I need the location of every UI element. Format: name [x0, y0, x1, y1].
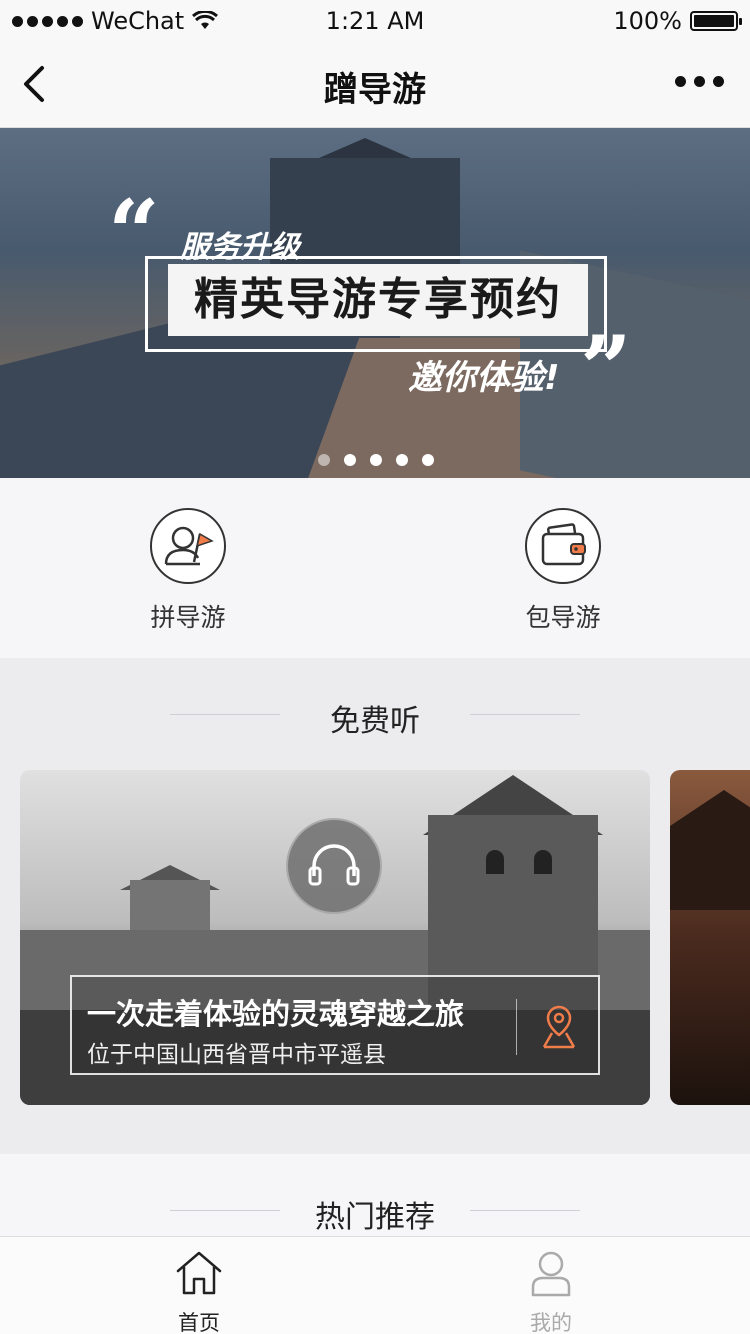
tab-label: 我的: [530, 1311, 572, 1334]
promo-banner[interactable]: “ 服务升级 精英导游专享预约 邀你体验! ”: [0, 128, 750, 478]
user-icon: [531, 1251, 571, 1297]
status-right: 100%: [613, 7, 742, 35]
battery-icon: [690, 11, 742, 31]
audio-tour-card[interactable]: 一次走着体验的灵魂穿越之旅 位于中国山西省晋中市平遥县: [20, 770, 650, 1105]
section-divider: [470, 1210, 580, 1211]
card-info-box: 一次走着体验的灵魂穿越之旅 位于中国山西省晋中市平遥县: [70, 975, 600, 1075]
section-divider: [470, 714, 580, 715]
tab-home[interactable]: 首页: [139, 1247, 259, 1334]
tab-label: 首页: [178, 1311, 220, 1334]
entry-label: 包导游: [525, 603, 601, 632]
status-bar: WeChat 1:21 AM 100%: [0, 0, 750, 40]
free-listen-title: 免费听: [330, 704, 420, 739]
close-quote-icon: ”: [580, 316, 632, 422]
tab-bar: 首页 我的: [0, 1236, 750, 1334]
wallet-icon: [525, 508, 601, 584]
banner-line2: 邀你体验!: [408, 358, 560, 398]
hot-recommend-title: 热门推荐: [315, 1200, 435, 1235]
indicator-dot[interactable]: [396, 454, 408, 466]
location-pin-icon[interactable]: [540, 1003, 578, 1049]
headphones-icon[interactable]: [286, 818, 382, 914]
card-window: [486, 850, 504, 874]
card2-roof: [670, 790, 750, 910]
audio-tour-card-next[interactable]: [670, 770, 750, 1105]
indicator-dot[interactable]: [344, 454, 356, 466]
more-options-icon[interactable]: [675, 76, 724, 87]
tab-mine[interactable]: 我的: [491, 1247, 611, 1334]
navigation-bar: 蹭导游: [0, 40, 750, 128]
banner-main-text: 精英导游专享预约: [168, 264, 588, 336]
entry-label: 拼导游: [150, 603, 226, 632]
banner-page-indicator[interactable]: [318, 454, 434, 466]
indicator-dot-active[interactable]: [422, 454, 434, 466]
card-window: [534, 850, 552, 874]
home-icon: [176, 1251, 222, 1295]
card-title: 一次走着体验的灵魂穿越之旅: [87, 997, 465, 1031]
entry-group-tour[interactable]: 拼导游: [108, 508, 268, 634]
page-title: 蹭导游: [324, 70, 426, 110]
card-subtitle: 位于中国山西省晋中市平遥县: [87, 1042, 386, 1068]
service-entries: 拼导游 包导游: [0, 478, 750, 658]
indicator-dot[interactable]: [318, 454, 330, 466]
battery-percent: 100%: [613, 7, 682, 35]
card-info-divider: [516, 999, 517, 1055]
entry-private-tour[interactable]: 包导游: [483, 508, 643, 634]
indicator-dot[interactable]: [370, 454, 382, 466]
guide-flag-icon: [150, 508, 226, 584]
